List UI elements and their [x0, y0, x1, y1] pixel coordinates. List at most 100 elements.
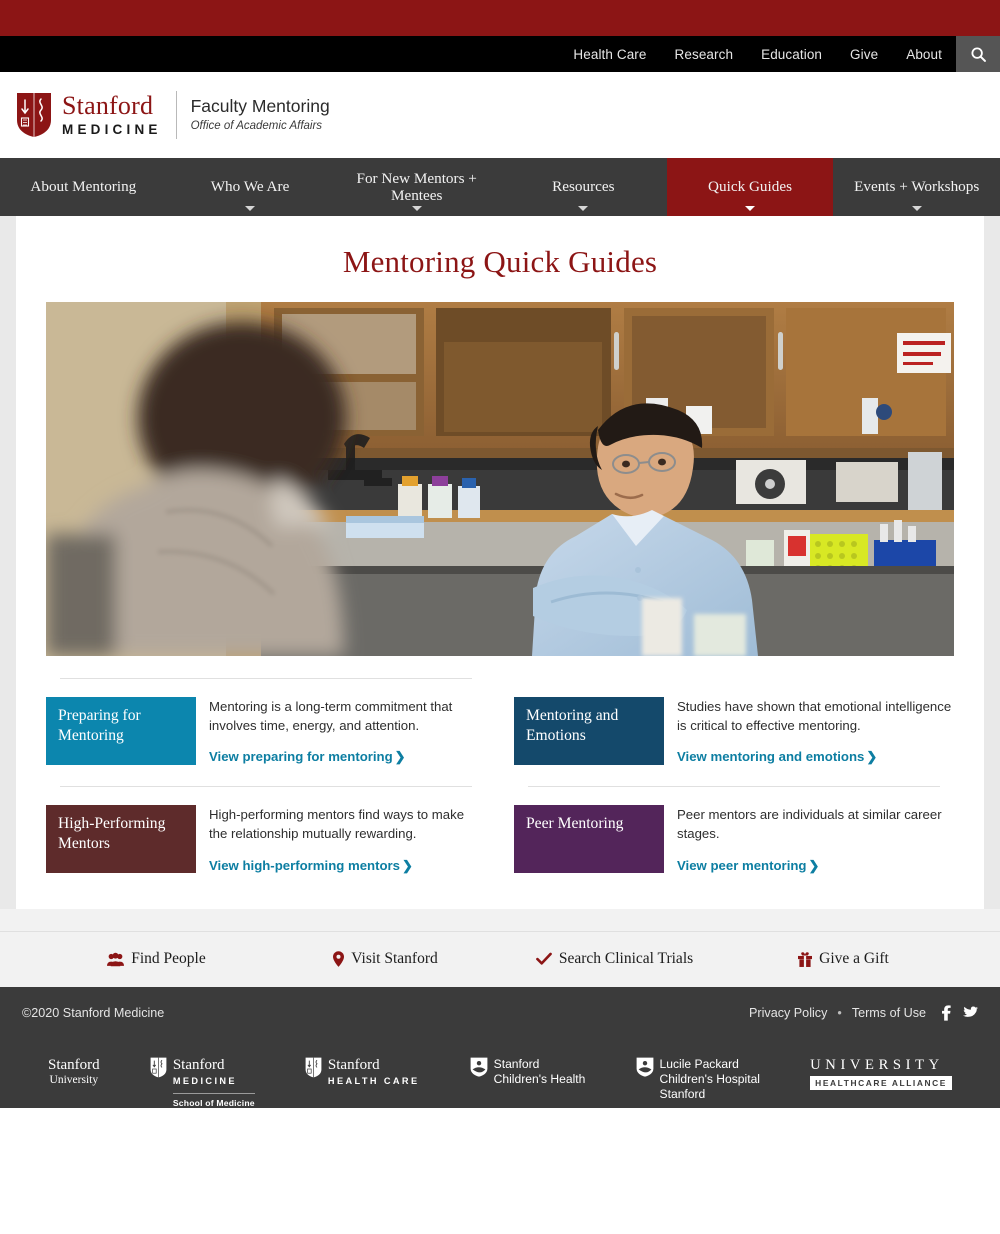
- page-root: Health Care Research Education Give Abou…: [0, 0, 1000, 1234]
- footer-logo-line1: Stanford: [48, 1056, 100, 1073]
- guide-link-label: View peer mentoring: [677, 857, 807, 873]
- guide-title: Preparing for Mentoring: [58, 707, 141, 744]
- footer-logo-stanford-medicine[interactable]: Stanford MEDICINE School of Medicine: [150, 1057, 255, 1108]
- utility-nav-item-education[interactable]: Education: [747, 36, 836, 72]
- top-crimson-strip: [0, 0, 1000, 36]
- site-title: Faculty Mentoring: [190, 96, 330, 117]
- guide-title-box[interactable]: Mentoring and Emotions: [514, 697, 664, 765]
- footer-logo-line2: HEALTHCARE ALLIANCE: [810, 1075, 952, 1090]
- search-button[interactable]: [956, 36, 1000, 72]
- people-group-icon: [107, 952, 125, 967]
- utility-nav-item-health-care[interactable]: Health Care: [559, 36, 660, 72]
- quick-link-label: Give a Gift: [819, 950, 889, 968]
- guide-separator: [60, 786, 472, 788]
- guide-title-box[interactable]: High-Performing Mentors: [46, 805, 196, 874]
- twitter-icon[interactable]: [963, 1006, 978, 1019]
- utility-nav-item-research[interactable]: Research: [661, 36, 748, 72]
- guide-description: Mentoring is a long-term commitment that…: [209, 699, 453, 733]
- guide-view-link[interactable]: View high-performing mentors ❯: [209, 858, 413, 874]
- footer-logo-line2: University: [49, 1073, 99, 1086]
- copyright-text: ©2020 Stanford Medicine: [22, 1005, 165, 1020]
- chevron-down-icon: [911, 206, 922, 211]
- guide-description: High-performing mentors find ways to mak…: [209, 807, 465, 842]
- footer-logo-line2: Children's Hospital: [659, 1071, 760, 1086]
- main-nav: About Mentoring Who We Are For New Mento…: [0, 158, 1000, 216]
- chevron-right-icon: ❯: [402, 857, 414, 873]
- nav-item-label: Events + Workshops: [854, 178, 980, 196]
- quick-link-give-a-gift[interactable]: Give a Gift: [729, 950, 958, 968]
- content-wrapper: Mentoring Quick Guides Preparing for Men…: [0, 216, 1000, 909]
- footer-logo-stanford-childrens-health[interactable]: Stanford Children's Health: [470, 1056, 586, 1087]
- stanford-shield-icon: [150, 1057, 167, 1078]
- footer-top-row: ©2020 Stanford Medicine Privacy Policy •…: [22, 1005, 978, 1021]
- nav-item-label: Resources: [552, 178, 615, 196]
- nav-item-about-mentoring[interactable]: About Mentoring: [0, 158, 167, 216]
- footer-logo-line2: MEDICINE: [172, 1075, 237, 1086]
- guide-card-high-performing-mentors: High-Performing Mentors High-performing …: [32, 766, 500, 874]
- quick-links-row: Find People Visit Stanford Search Clinic…: [0, 930, 1000, 987]
- quick-link-label: Search Clinical Trials: [558, 950, 694, 968]
- footer-logo-stanford-university[interactable]: Stanford University: [48, 1057, 100, 1087]
- guide-view-link[interactable]: View peer mentoring ❯: [677, 858, 820, 874]
- quick-link-label: Visit Stanford: [351, 950, 438, 968]
- footer-logo-sublabel: School of Medicine: [172, 1092, 255, 1108]
- chevron-down-icon: [245, 206, 255, 211]
- terms-of-use-link[interactable]: Terms of Use: [852, 1006, 926, 1020]
- nav-item-quick-guides[interactable]: Quick Guides: [666, 158, 834, 216]
- footer-logo-line2: Children's Health: [493, 1071, 586, 1086]
- quick-links-section: Find People Visit Stanford Search Clinic…: [0, 908, 1000, 987]
- guides-grid: Preparing for Mentoring Mentoring is a l…: [32, 678, 968, 875]
- footer-logo-line1: Stanford: [493, 1056, 540, 1071]
- guide-view-link[interactable]: View preparing for mentoring ❯: [209, 749, 406, 765]
- chevron-right-icon: ❯: [394, 749, 406, 765]
- footer-logo-line1: Stanford: [172, 1056, 225, 1073]
- search-icon: [970, 46, 986, 62]
- nav-item-label: For New Mentors + Mentees: [356, 169, 477, 204]
- nav-item-events-workshops[interactable]: Events + Workshops: [833, 158, 1000, 216]
- chevron-right-icon: ❯: [866, 749, 878, 765]
- footer-logo-stanford-health-care[interactable]: Stanford HEALTH CARE: [305, 1057, 420, 1088]
- footer-logo-line1: Lucile Packard: [659, 1056, 739, 1071]
- hero-image: [46, 302, 954, 656]
- guide-link-label: View high-performing mentors: [209, 857, 400, 873]
- site-footer: ©2020 Stanford Medicine Privacy Policy •…: [0, 986, 1000, 1108]
- content-card: Mentoring Quick Guides Preparing for Men…: [16, 216, 984, 909]
- quick-link-search-clinical-trials[interactable]: Search Clinical Trials: [500, 950, 729, 968]
- page-title: Mentoring Quick Guides: [342, 244, 658, 279]
- logo-divider: [175, 91, 177, 139]
- guide-view-link[interactable]: View mentoring and emotions ❯: [677, 749, 877, 765]
- guide-card-peer-mentoring: Peer Mentoring Peer mentors are individu…: [500, 766, 968, 874]
- footer-logo-line2: HEALTH CARE: [327, 1075, 420, 1086]
- guide-title: Peer Mentoring: [526, 815, 624, 833]
- chevron-down-icon: [745, 206, 756, 211]
- childrens-hospital-icon: [636, 1057, 653, 1077]
- footer-logo-university-healthcare-alliance[interactable]: UNIVERSITY HEALTHCARE ALLIANCE: [810, 1057, 952, 1090]
- utility-nav-item-about[interactable]: About: [892, 36, 956, 72]
- utility-nav: Health Care Research Education Give Abou…: [0, 36, 1000, 72]
- footer-logo-lucile-packard[interactable]: Lucile Packard Children's Hospital Stanf…: [636, 1057, 760, 1102]
- quick-link-find-people[interactable]: Find People: [42, 950, 271, 968]
- chevron-down-icon: [411, 206, 422, 211]
- guide-title-box[interactable]: Preparing for Mentoring: [46, 697, 196, 765]
- stanford-medicine-logo[interactable]: Stanford MEDICINE Faculty Mentoring Offi…: [16, 91, 330, 139]
- footer-logo-line1: Stanford: [327, 1056, 380, 1073]
- footer-logo-line3: Stanford: [659, 1086, 706, 1101]
- facebook-icon[interactable]: [942, 1005, 951, 1021]
- quick-link-visit-stanford[interactable]: Visit Stanford: [271, 950, 500, 968]
- guide-link-label: View mentoring and emotions: [677, 749, 865, 765]
- utility-nav-item-give[interactable]: Give: [836, 36, 892, 72]
- check-icon: [535, 953, 552, 966]
- childrens-health-icon: [470, 1057, 488, 1077]
- nav-item-resources[interactable]: Resources: [500, 158, 667, 216]
- guide-title-box[interactable]: Peer Mentoring: [514, 805, 664, 874]
- nav-item-for-new-mentors-mentees[interactable]: For New Mentors + Mentees: [333, 158, 500, 216]
- footer-logo-row: Stanford University Stanford MEDICINE Sc…: [22, 1021, 978, 1108]
- nav-item-who-we-are[interactable]: Who We Are: [167, 158, 334, 216]
- footer-link-separator: •: [837, 1005, 842, 1020]
- logo-wordmark-medicine: MEDICINE: [62, 122, 162, 138]
- guide-separator: [528, 786, 940, 788]
- privacy-policy-link[interactable]: Privacy Policy: [749, 1006, 827, 1020]
- guide-link-label: View preparing for mentoring: [209, 749, 393, 765]
- chevron-down-icon: [578, 206, 589, 211]
- quick-link-label: Find People: [131, 950, 206, 968]
